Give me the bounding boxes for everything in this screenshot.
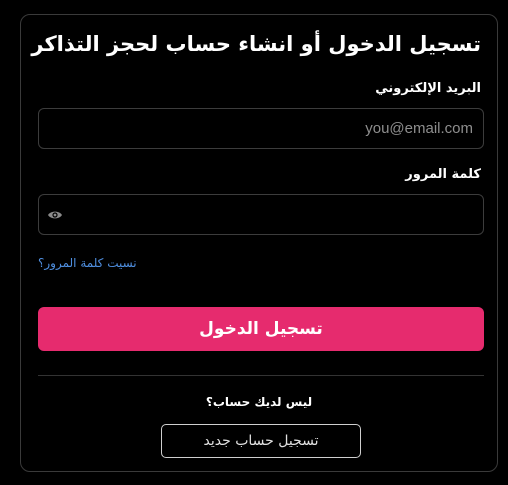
login-button[interactable]: تسجيل الدخول bbox=[38, 307, 484, 351]
password-field-wrapper bbox=[38, 194, 484, 235]
forgot-password-link[interactable]: نسيت كلمة المرور؟ bbox=[38, 256, 137, 270]
password-field[interactable] bbox=[39, 195, 483, 234]
no-account-text: ليس لديك حساب؟ bbox=[205, 395, 313, 409]
register-button[interactable]: تسجيل حساب جديد bbox=[161, 424, 361, 458]
eye-icon[interactable] bbox=[47, 208, 63, 222]
login-card: تسجيل الدخول أو انشاء حساب لحجز التذاكر … bbox=[20, 14, 498, 472]
password-label: كلمة المرور bbox=[405, 167, 481, 182]
divider bbox=[38, 375, 484, 376]
email-label: البريد الإلكتروني bbox=[375, 81, 481, 96]
email-field[interactable] bbox=[39, 109, 483, 148]
page-title: تسجيل الدخول أو انشاء حساب لحجز التذاكر bbox=[31, 32, 481, 56]
email-field-wrapper bbox=[38, 108, 484, 149]
